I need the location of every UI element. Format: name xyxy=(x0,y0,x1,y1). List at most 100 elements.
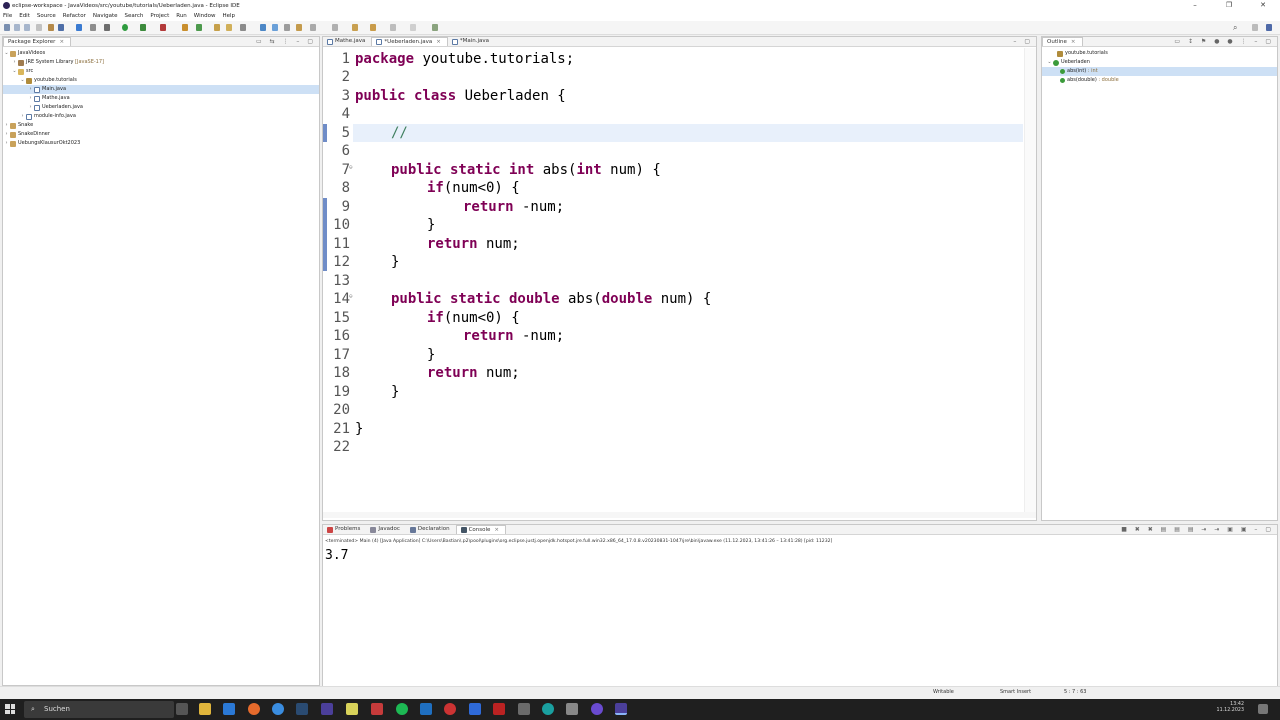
chevron-down-icon[interactable]: ⌄ xyxy=(11,67,18,76)
fold-collapse-icon[interactable]: ⊖ xyxy=(349,293,353,300)
chevron-right-icon[interactable]: › xyxy=(27,85,34,94)
forward-icon[interactable] xyxy=(370,24,376,31)
app-icon[interactable] xyxy=(591,703,603,715)
tab-javadoc[interactable]: Javadoc xyxy=(366,525,406,534)
close-button[interactable]: ✕ xyxy=(1246,0,1280,11)
chevron-down-icon[interactable]: ⌄ xyxy=(3,49,10,58)
navigate-next-icon[interactable] xyxy=(410,24,416,31)
maximize-button[interactable]: ❐ xyxy=(1212,0,1246,11)
pin-editor-icon[interactable] xyxy=(432,24,438,31)
menu-refactor[interactable]: Refactor xyxy=(63,13,86,19)
firefox-icon[interactable] xyxy=(248,703,260,715)
back-icon[interactable] xyxy=(352,24,358,31)
tree-item-uebungsklausur[interactable]: › UebungsKlausurOkt2023 xyxy=(3,139,319,148)
browser-icon[interactable] xyxy=(272,703,284,715)
skip-breakpoints-icon[interactable] xyxy=(90,24,96,31)
tree-item-javavideos[interactable]: ⌄ JavaVideos xyxy=(3,49,319,58)
chevron-down-icon[interactable]: ⌄ xyxy=(19,76,26,85)
view-menu-icon[interactable]: ▭ ⇆ ⋮ – ▢ xyxy=(256,38,316,45)
acrobat-icon[interactable] xyxy=(371,703,383,715)
outline-item-package[interactable]: youtube.tutorials xyxy=(1042,49,1277,58)
steam-icon[interactable] xyxy=(296,703,308,715)
chevron-right-icon[interactable]: › xyxy=(11,58,18,67)
menu-file[interactable]: File xyxy=(3,13,12,19)
taskbar-search[interactable]: ⌕ Suchen xyxy=(24,701,174,718)
outline-item-abs-double[interactable]: abs(double) : double xyxy=(1042,76,1277,85)
close-icon[interactable]: × xyxy=(59,38,64,47)
external-tools-icon[interactable] xyxy=(104,24,110,31)
tab-package-explorer[interactable]: Package Explorer × xyxy=(3,37,72,47)
tree-item-snakedinner[interactable]: › SnakeDinner xyxy=(3,130,319,139)
windows-start-icon[interactable] xyxy=(5,704,15,714)
chevron-right-icon[interactable]: › xyxy=(27,94,34,103)
prev-annotation-icon[interactable] xyxy=(310,24,316,31)
menu-edit[interactable]: Edit xyxy=(19,13,30,19)
java-perspective-icon[interactable] xyxy=(1266,24,1272,31)
undo-icon[interactable] xyxy=(48,24,54,31)
notification-icon[interactable] xyxy=(1258,704,1268,714)
chevron-down-icon[interactable]: ⌄ xyxy=(1046,58,1053,67)
chevron-right-icon[interactable]: › xyxy=(3,139,10,148)
chevron-right-icon[interactable]: › xyxy=(27,103,34,112)
tree-item-module-info[interactable]: › module-info.java xyxy=(3,112,319,121)
menu-window[interactable]: Window xyxy=(194,13,216,19)
coverage-icon[interactable] xyxy=(140,24,146,31)
tree-item-jre[interactable]: › JRE System Library [JavaSE-17] xyxy=(3,58,319,67)
toggle-mark-icon[interactable] xyxy=(260,24,266,31)
menu-run[interactable]: Run xyxy=(176,13,187,19)
tree-item-mathe-java[interactable]: › Mathe.java xyxy=(3,94,319,103)
tree-item-main-java[interactable]: › Main.java xyxy=(3,85,319,94)
eclipse-active-icon[interactable] xyxy=(615,703,627,715)
tree-item-src[interactable]: ⌄ src xyxy=(3,67,319,76)
terminal-icon[interactable] xyxy=(58,24,64,31)
history-icon[interactable] xyxy=(390,24,396,31)
tab-ueberladen-java[interactable]: *Ueberladen.java × xyxy=(371,37,448,47)
open-type-icon[interactable] xyxy=(214,24,220,31)
outline-item-abs-int[interactable]: abs(int) : int xyxy=(1042,67,1277,76)
editor-vertical-scrollbar[interactable] xyxy=(1024,48,1036,518)
eclipse-taskbar-icon[interactable] xyxy=(321,703,333,715)
minimize-maximize-icons[interactable]: – ▢ xyxy=(1013,38,1033,45)
menu-navigate[interactable]: Navigate xyxy=(93,13,118,19)
new-java-package-icon[interactable] xyxy=(182,24,188,31)
vscode-icon[interactable] xyxy=(420,703,432,715)
tree-item-snake[interactable]: › Snake xyxy=(3,121,319,130)
tab-console[interactable]: Console × xyxy=(455,525,507,535)
chevron-right-icon[interactable]: › xyxy=(19,112,26,121)
task-view-icon[interactable] xyxy=(176,703,188,715)
file-explorer-icon[interactable] xyxy=(199,703,211,715)
tab-outline[interactable]: Outline × xyxy=(1042,37,1083,46)
tab-mathe-java[interactable]: Mathe.java xyxy=(323,37,371,46)
close-icon[interactable]: × xyxy=(436,38,441,47)
run-last-icon[interactable] xyxy=(160,24,166,31)
close-icon[interactable]: × xyxy=(494,526,499,535)
chrome-icon[interactable] xyxy=(444,703,456,715)
tree-item-package[interactable]: ⌄ youtube.tutorials xyxy=(3,76,319,85)
toggle-block-icon[interactable] xyxy=(272,24,278,31)
debug-icon[interactable] xyxy=(76,24,82,31)
menu-help[interactable]: Help xyxy=(222,13,235,19)
console-toolbar-icons[interactable]: ■ ✖ ✖ ▤ ▤ ▤ ⇥ ⇥ ▣ ▣ – ▢ xyxy=(1121,526,1274,533)
save-icon[interactable] xyxy=(14,24,20,31)
spotify-icon[interactable] xyxy=(396,703,408,715)
code-editor[interactable]: 1 2 3 4 5 6 7 8 9 10 11 12 13 14 15 16 1… xyxy=(323,48,1036,518)
save-all-icon[interactable] xyxy=(24,24,30,31)
menu-source[interactable]: Source xyxy=(37,13,56,19)
close-icon[interactable]: × xyxy=(1071,38,1076,47)
run-icon[interactable] xyxy=(122,24,128,31)
outline-toolbar-icons[interactable]: ▭ ↕ ⚑ ● ● ⋮ – ▢ xyxy=(1174,38,1274,45)
tree-item-ueberladen-java[interactable]: › Ueberladen.java xyxy=(3,103,319,112)
search-tool-icon[interactable] xyxy=(240,24,246,31)
chevron-right-icon[interactable]: › xyxy=(3,130,10,139)
editor-horizontal-scrollbar[interactable] xyxy=(323,512,1036,518)
mail-icon[interactable] xyxy=(223,703,235,715)
menu-project[interactable]: Project xyxy=(150,13,169,19)
fold-collapse-icon[interactable]: ⊖ xyxy=(349,164,353,171)
new-icon[interactable] xyxy=(4,24,10,31)
edge-icon[interactable] xyxy=(542,703,554,715)
app-icon[interactable] xyxy=(469,703,481,715)
print-icon[interactable] xyxy=(36,24,42,31)
menu-search[interactable]: Search xyxy=(125,13,144,19)
app-icon[interactable] xyxy=(566,703,578,715)
new-java-class-icon[interactable] xyxy=(196,24,202,31)
